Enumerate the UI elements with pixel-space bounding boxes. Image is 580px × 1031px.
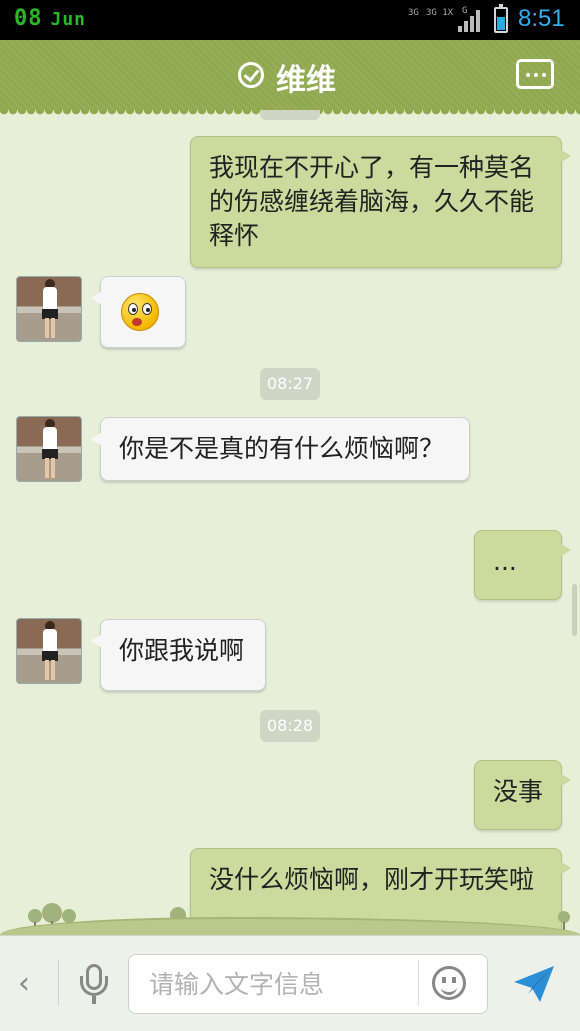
check-circle-icon [238, 62, 264, 88]
previous-time-pill [260, 110, 320, 120]
contact-avatar[interactable] [16, 276, 82, 342]
back-arrow-icon[interactable]: ‹ [18, 966, 30, 1001]
microphone-icon[interactable] [80, 964, 108, 1004]
more-menu-button[interactable] [516, 59, 554, 89]
emoji-icon[interactable] [432, 966, 466, 1000]
message-text: 我现在不开心了，有一种莫名的伤感缠绕着脑海，久久不能释怀 [209, 153, 535, 250]
signal-bars-icon [458, 10, 484, 32]
battery-icon [494, 4, 508, 33]
status-month: Jun [50, 9, 87, 30]
message-bubble-outgoing[interactable]: 没事 [474, 760, 571, 830]
message-bubble-outgoing[interactable]: 我现在不开心了，有一种莫名的伤感缠绕着脑海，久久不能释怀 [190, 136, 571, 268]
status-bar: 08 Jun 3G 3G 1X G 8:51 [0, 0, 580, 40]
timestamp-pill: 08:27 [260, 368, 320, 400]
chat-header: 维维 [0, 40, 580, 116]
message-text: 你跟我说啊 [119, 636, 245, 665]
message-text: 没事 [493, 777, 544, 806]
message-bubble-outgoing[interactable]: ... [474, 530, 571, 600]
message-bubble-incoming[interactable]: 你跟我说啊 [91, 619, 266, 691]
status-date: 08 Jun [14, 6, 86, 31]
status-time: 8:51 [518, 5, 565, 32]
message-bubble-incoming[interactable] [91, 276, 186, 348]
status-day: 08 [14, 6, 43, 31]
timestamp-pill: 08:28 [260, 710, 320, 742]
contact-avatar[interactable] [16, 618, 82, 684]
message-text: 你是不是真的有什么烦恼啊？ [119, 434, 445, 463]
message-bubble-incoming[interactable]: 你是不是真的有什么烦恼啊？ [91, 417, 470, 481]
contact-avatar[interactable] [16, 416, 82, 482]
chat-messages[interactable]: 我现在不开心了，有一种莫名的伤感缠绕着脑海，久久不能释怀 08:27 你是不是真… [0, 110, 580, 935]
background-scenery [0, 890, 580, 935]
signal-3g-label: 3G [408, 8, 419, 18]
scrollbar[interactable] [572, 584, 577, 636]
signal-3g1x-label: 3G 1X [426, 8, 454, 18]
input-bar: ‹ [0, 935, 580, 1031]
message-text: ... [493, 547, 517, 576]
input-separator [418, 960, 419, 1006]
divider [58, 960, 59, 1006]
chat-title[interactable]: 维维 [276, 55, 336, 99]
surprised-face-icon [121, 293, 159, 331]
send-icon[interactable] [512, 964, 556, 1004]
